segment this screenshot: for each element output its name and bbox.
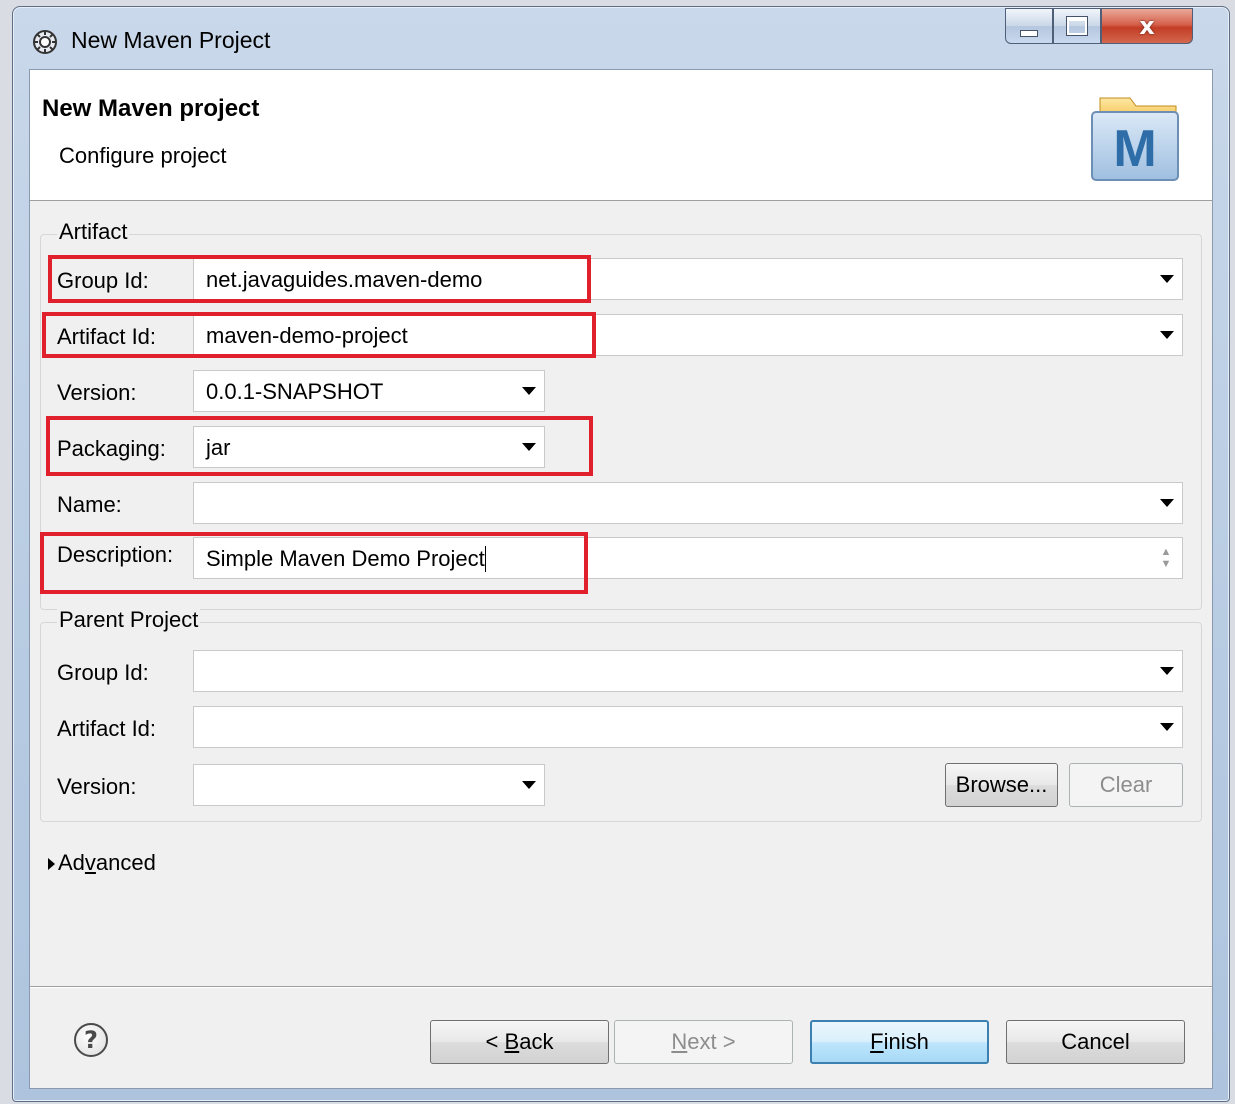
close-icon: x	[1139, 12, 1155, 40]
parent-group-id-label: Group Id:	[57, 660, 149, 685]
maximize-icon	[1067, 17, 1087, 35]
advanced-label-post: anced	[95, 850, 156, 875]
dropdown-arrow-icon[interactable]	[1160, 275, 1174, 283]
finish-label-accel: F	[870, 1029, 884, 1054]
dropdown-arrow-icon[interactable]	[522, 781, 536, 789]
parent-project-group: Parent Project Group Id: Artifact Id: Ve…	[40, 607, 1202, 822]
parent-version-label: Version:	[57, 774, 137, 799]
dropdown-arrow-icon[interactable]	[1160, 723, 1174, 731]
page-title: New Maven project	[42, 95, 260, 122]
finish-button[interactable]: Finish	[810, 1020, 989, 1064]
maven-logo-icon: M	[1091, 97, 1179, 181]
advanced-label-accel: v	[84, 850, 96, 875]
parent-group-id-combo[interactable]	[193, 650, 1183, 692]
advanced-label-pre: Ad	[58, 850, 85, 875]
dropdown-arrow-icon[interactable]	[1160, 331, 1174, 339]
next-button[interactable]: Next >	[614, 1020, 793, 1064]
minimize-icon	[1020, 29, 1038, 37]
name-label: Name:	[57, 492, 122, 517]
dropdown-arrow-icon[interactable]	[522, 387, 536, 395]
back-button[interactable]: < Back	[430, 1020, 609, 1064]
next-label-post: ext >	[687, 1029, 736, 1054]
parent-version-combo[interactable]	[193, 764, 545, 806]
dropdown-arrow-icon[interactable]	[1160, 499, 1174, 507]
parent-artifact-id-label: Artifact Id:	[57, 716, 157, 741]
version-combo[interactable]: 0.0.1-SNAPSHOT	[193, 370, 545, 412]
title-bar[interactable]: New Maven Project x	[13, 7, 1229, 69]
help-icon[interactable]: ?	[74, 1023, 108, 1057]
back-label-post: ack	[519, 1029, 554, 1054]
footer-separator	[30, 986, 1212, 988]
expand-triangle-icon[interactable]	[48, 858, 55, 870]
page-subtitle: Configure project	[59, 143, 227, 168]
back-label-pre: <	[485, 1029, 505, 1054]
minimize-button[interactable]	[1005, 8, 1053, 44]
finish-label-post: inish	[883, 1029, 929, 1054]
version-label: Version:	[57, 380, 137, 405]
next-label-accel: N	[671, 1029, 688, 1054]
highlight-group-id	[48, 255, 591, 303]
artifact-group-label: Artifact	[57, 219, 130, 245]
close-button[interactable]: x	[1101, 8, 1193, 44]
version-value: 0.0.1-SNAPSHOT	[206, 379, 384, 404]
dialog-client: New Maven project Configure project M Ar…	[29, 69, 1213, 1089]
wizard-banner: New Maven project Configure project M	[30, 70, 1212, 201]
parent-artifact-id-combo[interactable]	[193, 706, 1183, 748]
highlight-artifact-id	[42, 312, 596, 358]
highlight-description	[40, 532, 588, 594]
spinner-icon[interactable]: ▲ ▼	[1158, 546, 1174, 572]
clear-button[interactable]: Clear	[1069, 763, 1183, 807]
dropdown-arrow-icon[interactable]	[1160, 667, 1174, 675]
back-label-accel: B	[504, 1029, 520, 1054]
cancel-button[interactable]: Cancel	[1006, 1020, 1185, 1064]
advanced-section-toggle[interactable]: Advanced	[58, 850, 156, 876]
app-gear-icon	[33, 30, 57, 54]
name-combo[interactable]	[193, 482, 1183, 524]
browse-button[interactable]: Browse...	[945, 763, 1058, 807]
parent-group-label: Parent Project	[57, 607, 201, 633]
maximize-button[interactable]	[1053, 8, 1101, 44]
window: New Maven Project x New Maven project Co…	[12, 6, 1230, 1102]
highlight-packaging	[46, 416, 593, 476]
window-title: New Maven Project	[71, 27, 271, 53]
svg-text:M: M	[1113, 120, 1156, 178]
